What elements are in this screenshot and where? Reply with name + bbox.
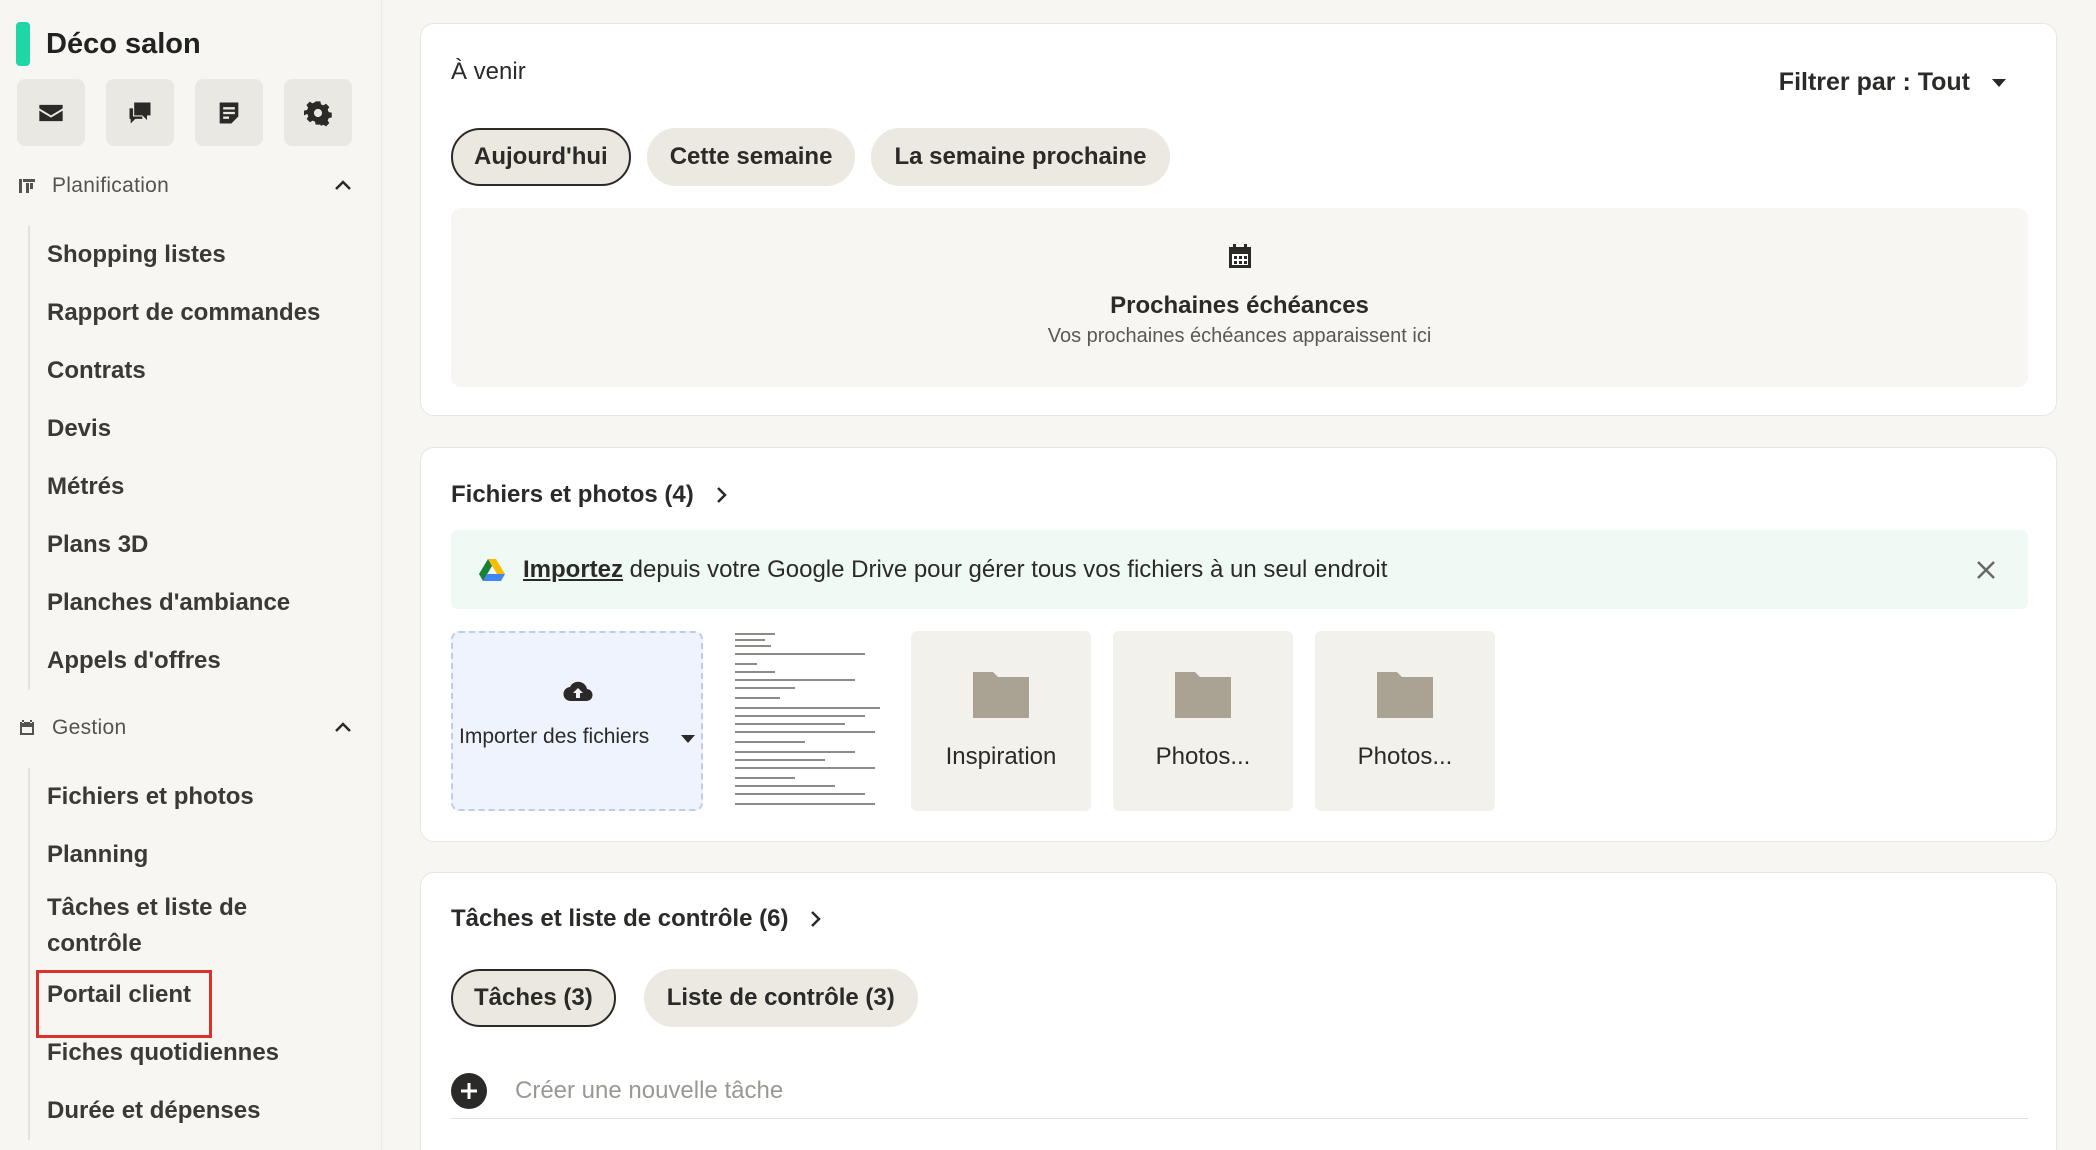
upcoming-pills: Aujourd'hui Cette semaine La semaine pro…	[451, 128, 1170, 186]
planning-icon	[19, 179, 35, 193]
empty-subtitle: Vos prochaines échéances apparaissent ic…	[1047, 325, 1432, 347]
sidebar: Déco salon Planification Shopping listes…	[0, 0, 382, 1150]
files-grid: Importer des fichiers Inspiration Photos…	[451, 631, 1495, 811]
sidebar-item-duree-depenses[interactable]: Durée et dépenses	[30, 1082, 358, 1140]
caret-down-icon[interactable]	[681, 735, 695, 743]
new-task-input[interactable]: Créer une nouvelle tâche	[515, 1077, 783, 1105]
empty-title: Prochaines échéances	[1110, 292, 1369, 319]
sidebar-item-portail-client[interactable]: Portail client	[30, 966, 358, 1038]
folder-icon	[1175, 672, 1231, 718]
calendar-icon	[1228, 244, 1251, 268]
google-drive-icon	[479, 558, 505, 581]
gear-icon	[304, 100, 332, 126]
close-icon[interactable]	[1974, 558, 1998, 582]
import-link[interactable]: Importez	[523, 556, 623, 583]
settings-button[interactable]	[284, 79, 352, 146]
folder-label: Photos...	[1357, 743, 1453, 770]
chat-icon	[129, 102, 151, 123]
tasks-card: Tâches et liste de contrôle (6) Tâches (…	[420, 872, 2057, 1150]
filter-label: Filtrer par : Tout	[1778, 68, 1970, 96]
sidebar-item-metres[interactable]: Métrés	[30, 458, 358, 516]
calendar-small-icon	[20, 720, 34, 735]
chevron-right-icon	[716, 487, 727, 503]
banner-message: depuis votre Google Drive pour gérer tou…	[623, 555, 1388, 583]
project-color-bar	[16, 22, 30, 66]
pill-checklist[interactable]: Liste de contrôle (3)	[643, 969, 918, 1027]
sidebar-item-devis[interactable]: Devis	[30, 400, 358, 458]
cloud-upload-icon	[563, 681, 593, 702]
sidebar-item-shopping-listes[interactable]: Shopping listes	[30, 226, 358, 284]
mail-button[interactable]	[17, 79, 85, 146]
sidebar-item-taches-liste[interactable]: Tâches et liste de contrôle	[30, 884, 358, 966]
folder-item[interactable]: Photos...	[1315, 631, 1495, 811]
chevron-right-icon	[811, 911, 822, 927]
folder-icon	[973, 672, 1029, 718]
sidebar-item-plans-3d[interactable]: Plans 3D	[30, 516, 358, 574]
tasks-pills: Tâches (3) Liste de contrôle (3)	[451, 969, 918, 1027]
upcoming-card: À venir Filtrer par : Tout Aujourd'hui C…	[420, 23, 2057, 416]
sidebar-item-planches-ambiance[interactable]: Planches d'ambiance	[30, 574, 358, 632]
empty-deadlines: Prochaines échéances Vos prochaines éché…	[451, 208, 2028, 387]
chevron-up-icon[interactable]	[332, 175, 354, 197]
add-circle-icon[interactable]	[451, 1072, 487, 1109]
mail-icon	[39, 104, 63, 121]
chevron-up-icon[interactable]	[332, 717, 354, 739]
banner-text: Importez depuis votre Google Drive pour …	[523, 556, 1387, 584]
pill-today[interactable]: Aujourd'hui	[451, 128, 631, 186]
files-title-link[interactable]: Fichiers et photos (4)	[451, 481, 732, 509]
sidebar-item-contrats[interactable]: Contrats	[30, 342, 358, 400]
section-header-gestion[interactable]: Gestion	[18, 716, 354, 740]
sidebar-item-fichiers-photos[interactable]: Fichiers et photos	[30, 768, 358, 826]
quick-actions	[17, 79, 352, 146]
notes-icon	[219, 102, 239, 123]
project-name: Déco salon	[46, 27, 201, 60]
pill-this-week[interactable]: Cette semaine	[646, 128, 856, 186]
notes-button[interactable]	[195, 79, 263, 146]
files-title: Fichiers et photos (4)	[451, 481, 694, 508]
document-thumbnail[interactable]	[723, 631, 889, 811]
nav-group-planification: Shopping listes Rapport de commandes Con…	[28, 226, 358, 690]
sidebar-item-planning[interactable]: Planning	[30, 826, 358, 884]
new-task-row[interactable]: Créer une nouvelle tâche	[451, 1063, 2028, 1119]
folder-item[interactable]: Photos...	[1113, 631, 1293, 811]
folder-label: Inspiration	[945, 743, 1057, 770]
section-label: Gestion	[52, 716, 127, 739]
folder-label: Photos...	[1155, 743, 1251, 770]
section-label: Planification	[52, 174, 170, 197]
filter-dropdown[interactable]: Filtrer par : Tout	[1779, 68, 2006, 97]
nav-group-gestion: Fichiers et photos Planning Tâches et li…	[28, 768, 358, 1140]
google-drive-banner: Importez depuis votre Google Drive pour …	[451, 530, 2028, 609]
tasks-title: Tâches et liste de contrôle (6)	[451, 905, 789, 932]
pill-tasks[interactable]: Tâches (3)	[451, 969, 616, 1027]
chat-button[interactable]	[106, 79, 174, 146]
folder-icon	[1377, 672, 1433, 718]
upload-files-button[interactable]: Importer des fichiers	[451, 631, 703, 811]
sidebar-item-rapport-commandes[interactable]: Rapport de commandes	[30, 284, 358, 342]
project-header[interactable]: Déco salon	[16, 22, 201, 66]
tasks-title-link[interactable]: Tâches et liste de contrôle (6)	[451, 905, 826, 933]
upcoming-title: À venir	[451, 58, 526, 85]
sidebar-item-label: Tâches et liste de contrôle	[47, 894, 248, 957]
section-header-planification[interactable]: Planification	[18, 174, 354, 198]
files-card: Fichiers et photos (4) Importez depuis v…	[420, 447, 2057, 842]
pill-next-week[interactable]: La semaine prochaine	[871, 128, 1170, 186]
folder-item[interactable]: Inspiration	[911, 631, 1091, 811]
upload-label: Importer des fichiers	[459, 725, 650, 748]
caret-down-icon	[1992, 78, 2006, 87]
sidebar-item-appels-offres[interactable]: Appels d'offres	[30, 632, 358, 690]
